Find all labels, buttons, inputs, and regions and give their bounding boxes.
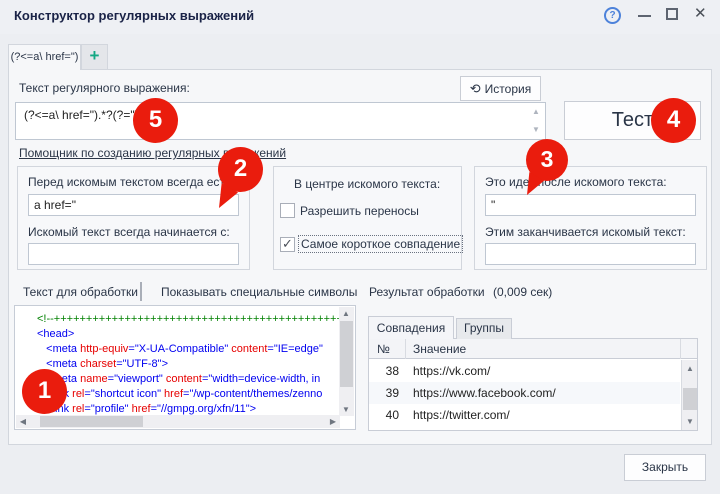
before-label: Перед искомым текстом всегда есть: [28, 175, 235, 189]
footer: Закрыть [0, 446, 720, 494]
scroll-left-icon[interactable]: ◀ [16, 415, 30, 428]
table-row[interactable]: 40https://twitter.com/ [369, 404, 680, 426]
ends-label: Этим заканчивается искомый текст: [485, 225, 686, 239]
scroll-up-icon[interactable]: ▲ [683, 362, 697, 375]
group-before: Перед искомым текстом всегда есть: a hre… [17, 166, 250, 270]
center-label: В центре искомого текста: [294, 177, 440, 191]
help-icon[interactable]: ? [604, 7, 621, 24]
tab-label: (?<=a\ href=") [11, 51, 79, 63]
scroll-thumb[interactable] [340, 321, 353, 387]
regex-scrollbar[interactable]: ▲ ▼ [529, 105, 543, 137]
tab-matches[interactable]: Совпадения [368, 316, 454, 339]
table-row[interactable]: 38https://vk.com/ [369, 360, 680, 382]
starts-label: Искомый текст всегда начинается с: [28, 225, 230, 239]
regex-input[interactable]: (?<=a\ href=").*?(?=") ▲ ▼ [15, 102, 546, 140]
regex-label: Текст регулярного выражения: [19, 81, 190, 95]
main-panel: Текст регулярного выражения: ⟲ История (?… [8, 69, 712, 445]
regex-value: (?<=a\ href=").*?(?=") [24, 108, 139, 122]
group-center: В центре искомого текста: Разрешить пере… [273, 166, 462, 270]
code-line: <!--++++++++++++++++++++++++++++++++++++… [16, 312, 340, 327]
shortest-checkbox-row[interactable]: Самое короткое совпадение [280, 235, 463, 253]
step-badge-5: 5 [133, 98, 178, 143]
close-icon[interactable]: ✕ [694, 4, 707, 22]
close-button[interactable]: Закрыть [624, 454, 706, 481]
scroll-up-icon[interactable]: ▲ [339, 307, 353, 320]
history-icon: ⟲ [470, 81, 481, 96]
add-tab-button[interactable]: + [81, 44, 108, 69]
title-bar: Конструктор регулярных выражений ? ✕ [0, 0, 720, 34]
step-badge-2: 2 [218, 147, 263, 192]
column-divider [405, 339, 406, 359]
history-button[interactable]: ⟲ История [460, 76, 541, 101]
row-value: https://www.facebook.com/ [405, 386, 556, 400]
after-label: Это идет после искомого текста: [485, 175, 667, 189]
special-chars-label: Показывать специальные символы [161, 285, 357, 299]
after-input[interactable]: " [485, 194, 696, 216]
minimize-icon[interactable] [638, 15, 651, 17]
scroll-thumb[interactable] [40, 416, 143, 427]
scroll-down-icon[interactable]: ▼ [339, 403, 353, 416]
scroll-down-icon[interactable]: ▼ [683, 415, 697, 428]
scroll-thumb[interactable] [683, 388, 697, 410]
row-number: 40 [369, 408, 405, 422]
scroll-down-icon[interactable]: ▼ [532, 126, 540, 134]
table-row[interactable]: 39https://www.facebook.com/ [369, 382, 680, 404]
row-value: https://vk.com/ [405, 364, 490, 378]
group-after: Это идет после искомого текста: " Этим з… [474, 166, 707, 270]
code-vertical-scrollbar[interactable]: ▲ ▼ [339, 307, 354, 416]
scroll-right-icon[interactable]: ▶ [326, 415, 340, 428]
row-number: 39 [369, 386, 405, 400]
window-title: Конструктор регулярных выражений [14, 8, 254, 23]
shortest-checkbox-label: Самое короткое совпадение [298, 235, 463, 253]
results-label: Результат обработки [369, 285, 485, 299]
ends-input[interactable] [485, 243, 696, 265]
row-value: https://twitter.com/ [405, 408, 510, 422]
tab-groups[interactable]: Группы [456, 318, 512, 339]
plus-icon: + [90, 46, 100, 65]
column-header-num: № [377, 342, 390, 356]
wrap-checkbox-row[interactable]: Разрешить переносы [280, 203, 419, 218]
code-line: <head> [16, 327, 340, 342]
shortest-checkbox[interactable] [280, 237, 295, 252]
results-table-body: 38https://vk.com/39https://www.facebook.… [369, 360, 680, 430]
column-divider [680, 339, 681, 359]
step-badge-3: 3 [526, 139, 568, 181]
special-chars-checkbox[interactable] [140, 282, 142, 301]
history-label: История [485, 82, 532, 96]
step-badge-1: 1 [22, 369, 67, 414]
results-time: (0,009 сек) [493, 285, 552, 299]
results-table: № Значение 38https://vk.com/39https://ww… [368, 338, 698, 431]
step-badge-4: 4 [651, 98, 696, 143]
results-table-header: № Значение [369, 339, 697, 359]
scroll-up-icon[interactable]: ▲ [532, 108, 540, 116]
results-scrollbar[interactable]: ▲ ▼ [681, 360, 697, 430]
row-number: 38 [369, 364, 405, 378]
wrap-checkbox[interactable] [280, 203, 295, 218]
before-input[interactable]: a href=" [28, 194, 239, 216]
column-header-value: Значение [413, 342, 466, 356]
wrap-checkbox-label: Разрешить переносы [300, 204, 419, 218]
code-horizontal-scrollbar[interactable]: ◀ ▶ [16, 415, 340, 428]
maximize-icon[interactable] [666, 8, 678, 20]
source-label: Текст для обработки [23, 285, 138, 299]
tab-regex-pattern[interactable]: (?<=a\ href=") [8, 44, 81, 70]
code-line: <meta http-equiv="X-UA-Compatible" conte… [16, 342, 340, 357]
starts-input[interactable] [28, 243, 239, 265]
